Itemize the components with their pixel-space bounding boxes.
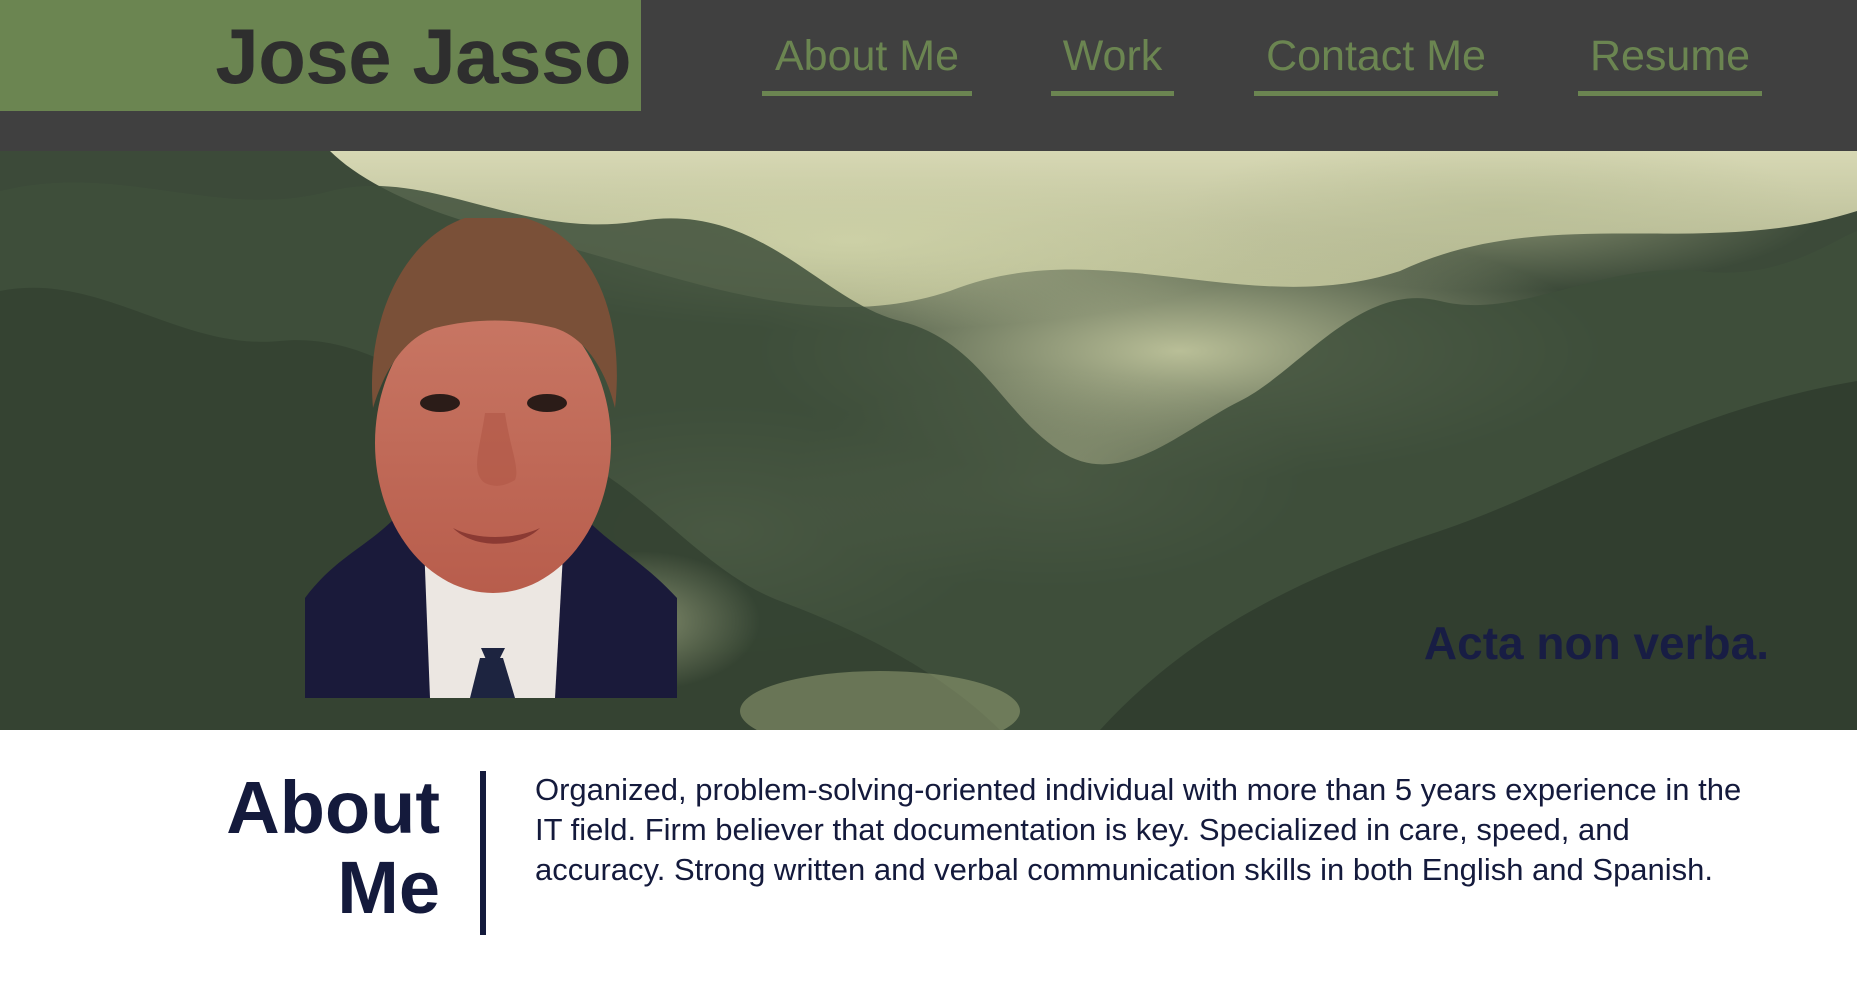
profile-photo: [305, 218, 677, 698]
about-heading-line1: About: [226, 766, 440, 849]
hero-tagline: Acta non verba.: [1423, 617, 1769, 669]
main-nav: About Me Work Contact Me Resume: [0, 0, 1857, 151]
about-divider: [480, 771, 486, 935]
about-heading-line2: Me: [337, 846, 440, 929]
site-header: Jose Jasso About Me Work Contact Me Resu…: [0, 0, 1857, 151]
nav-work[interactable]: Work: [1051, 28, 1174, 96]
about-body-text: Organized, problem-solving-oriented indi…: [535, 772, 1742, 887]
about-heading: About Me: [150, 768, 440, 928]
hero-banner: Acta non verba.: [0, 151, 1857, 730]
about-section: About Me Organized, problem-solving-orie…: [0, 730, 1857, 984]
nav-resume[interactable]: Resume: [1578, 28, 1762, 96]
nav-contact-me[interactable]: Contact Me: [1254, 28, 1498, 96]
nav-about-me[interactable]: About Me: [762, 28, 972, 96]
